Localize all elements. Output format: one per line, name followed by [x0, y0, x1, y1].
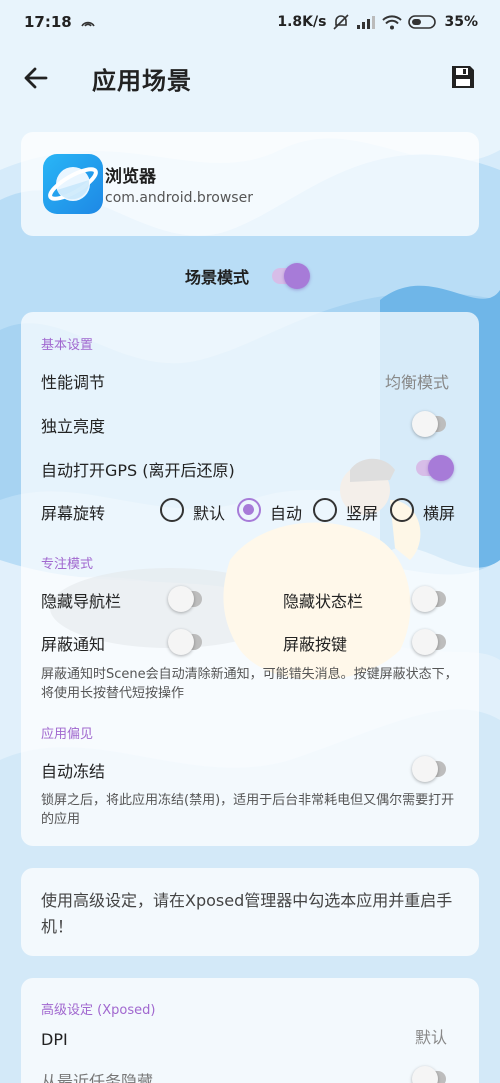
section-basic-title: 基本设置: [41, 338, 94, 353]
switch-knob: [412, 411, 438, 437]
block-keys-switch[interactable]: [412, 629, 446, 655]
section-focus-title: 专注模式: [41, 557, 94, 572]
settings-card: 基本设置 性能调节 均衡模式 独立亮度 自动打开GPS (离开后还原) 屏幕旋转…: [21, 312, 479, 846]
battery-icon: [408, 15, 437, 29]
advanced-card: 高级设定 (Xposed) DPI 默认 从最近任务隐藏: [21, 978, 479, 1083]
app-name: 浏览器: [105, 167, 156, 187]
hotspot-icon: [81, 21, 95, 27]
section-advanced-title: 高级设定 (Xposed): [41, 1003, 156, 1018]
switch-knob: [168, 629, 194, 655]
scene-mode-row: 场景模式: [0, 262, 500, 292]
hide-recent-switch[interactable]: [412, 1066, 446, 1083]
battery-level: 35%: [444, 14, 478, 30]
rotation-landscape-label[interactable]: 横屏: [423, 500, 455, 524]
brightness-label: 独立亮度: [41, 417, 106, 436]
status-time: 17:18: [24, 13, 72, 31]
rotation-portrait-label[interactable]: 竖屏: [346, 500, 378, 524]
switch-knob: [428, 455, 454, 481]
browser-planet-icon: [43, 154, 103, 214]
app-package: com.android.browser: [105, 190, 253, 206]
switch-knob: [412, 1066, 438, 1083]
page-title: 应用场景: [92, 67, 192, 95]
performance-value[interactable]: 均衡模式: [385, 369, 449, 393]
freeze-label: 自动冻结: [41, 762, 106, 781]
alarm-off-icon: [333, 14, 350, 30]
hide-recent-label: 从最近任务隐藏: [41, 1072, 154, 1083]
rotation-label: 屏幕旋转: [41, 504, 106, 523]
scene-mode-label: 场景模式: [185, 268, 250, 287]
performance-label[interactable]: 性能调节: [41, 369, 105, 393]
gps-label: 自动打开GPS (离开后还原): [41, 461, 235, 480]
hide-nav-switch[interactable]: [168, 586, 202, 612]
switch-knob: [168, 586, 194, 612]
rotation-default-label[interactable]: 默认: [193, 500, 225, 524]
gps-switch[interactable]: [416, 455, 454, 481]
arrow-left-icon[interactable]: [22, 64, 50, 92]
xposed-notice-card: 使用高级设定，请在Xposed管理器中勾选本应用并重启手机！: [21, 868, 479, 956]
section-preference-title: 应用偏见: [41, 727, 94, 742]
block-notify-switch[interactable]: [168, 629, 202, 655]
switch-knob: [412, 756, 438, 782]
rotation-auto-label[interactable]: 自动: [270, 500, 302, 524]
hide-nav-label: 隐藏导航栏: [41, 592, 122, 611]
switch-knob: [412, 586, 438, 612]
rotation-portrait-radio[interactable]: [313, 498, 337, 522]
xposed-notice-text: 使用高级设定，请在Xposed管理器中勾选本应用并重启手机！: [41, 891, 453, 936]
signal-icon: [357, 16, 376, 29]
rotation-auto-radio[interactable]: [237, 498, 261, 522]
block-keys-label: 屏蔽按键: [283, 635, 348, 654]
switch-knob: [284, 263, 310, 289]
status-bar: 17:18 1.8K/s 35%: [0, 0, 500, 44]
app-info-card: 浏览器 com.android.browser: [21, 132, 479, 236]
block-notify-label: 屏蔽通知: [41, 635, 106, 654]
focus-description: 屏蔽通知时Scene会自动清除新通知，可能错失消息。按键屏蔽状态下，将使用长按替…: [41, 667, 458, 701]
hide-status-label: 隐藏状态栏: [283, 592, 364, 611]
rotation-landscape-radio[interactable]: [390, 498, 414, 522]
wifi-icon: [382, 15, 403, 30]
freeze-description: 锁屏之后，将此应用冻结(禁用)，适用于后台非常耗电但又偶尔需要打开的应用: [41, 793, 455, 827]
app-bar: 应用场景: [0, 44, 500, 110]
dpi-label[interactable]: DPI: [41, 1030, 68, 1049]
freeze-switch[interactable]: [412, 756, 446, 782]
net-speed: 1.8K/s: [277, 14, 327, 30]
floppy-disk-icon[interactable]: [450, 64, 476, 90]
scene-mode-switch[interactable]: [272, 263, 310, 289]
rotation-default-radio[interactable]: [160, 498, 184, 522]
dpi-value[interactable]: 默认: [415, 1024, 447, 1048]
hide-status-switch[interactable]: [412, 586, 446, 612]
switch-knob: [412, 629, 438, 655]
brightness-switch[interactable]: [412, 411, 446, 437]
